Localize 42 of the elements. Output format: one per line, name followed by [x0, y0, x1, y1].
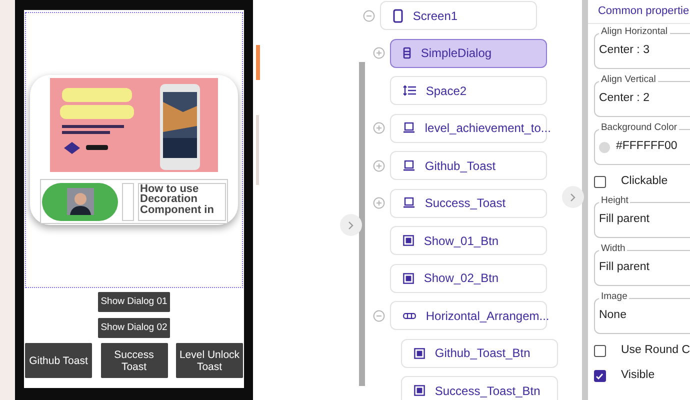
tree-item-label: SimpleDialog	[420, 45, 492, 62]
tree-item-label: Github_Toast_Btn	[434, 345, 530, 362]
field-value: Fill parent	[598, 212, 650, 228]
tree-item[interactable]: Github_Toast_Btn	[400, 338, 558, 368]
tree-item-label: Github_Toast	[424, 158, 496, 175]
tree-item[interactable]: Screen1	[380, 1, 537, 30]
field-value: Fill parent	[598, 260, 650, 276]
field-label: Width	[598, 244, 628, 254]
tree-item-label: Success_Toast	[424, 195, 506, 212]
field-label: Height	[598, 196, 630, 206]
tree-item[interactable]: Space2	[390, 76, 547, 106]
field-value: #FFFFFF00	[616, 139, 678, 154]
show-dialog-button[interactable]: Show Dialog 02	[98, 318, 170, 338]
toast-button[interactable]: Success Toast	[100, 343, 168, 378]
tree-item[interactable]: Show_02_Btn	[390, 264, 547, 293]
tree-item[interactable]: Success_Toast_Btn	[400, 376, 558, 400]
tree-item[interactable]: Horizontal_Arrangem...	[390, 301, 547, 330]
field-value: Center : 3	[598, 43, 650, 58]
toast-button[interactable]: Level Unlock Toast	[176, 343, 243, 378]
tree-item-label: Space2	[426, 82, 467, 100]
checkbox-label: Clickable	[620, 174, 668, 190]
show-dialog-button[interactable]: Show Dialog 01	[98, 292, 170, 312]
field-value: Center : 2	[598, 91, 650, 106]
toast-button[interactable]: Github Toast	[25, 343, 92, 378]
tree-item[interactable]: Show_01_Btn	[390, 226, 547, 256]
field-label: Image	[598, 292, 630, 302]
checkbox-label: Use Round C	[620, 343, 690, 358]
tree-item-label: Success_Toast_Btn	[434, 382, 540, 400]
panel-title: Common propertie	[598, 4, 690, 20]
tree-item[interactable]: Success_Toast	[390, 188, 547, 218]
field-value: None	[598, 308, 626, 324]
tree-item-label: Horizontal_Arrangem...	[426, 308, 550, 325]
field-label: Background Color	[598, 123, 680, 132]
tree-item-label: Screen1	[412, 8, 458, 25]
field-label: Align Vertical	[598, 75, 658, 84]
tree-item[interactable]: SimpleDialog	[390, 38, 547, 68]
tree-item-label: Show_02_Btn	[424, 270, 499, 288]
field-label: Align Horizontal	[598, 27, 670, 36]
tree-item[interactable]: Github_Toast	[390, 151, 547, 180]
video-title: How to use Decoration Component in	[140, 184, 215, 215]
checkbox-label: Visible	[620, 368, 655, 384]
tree-item-label: Show_01_Btn	[424, 232, 499, 250]
